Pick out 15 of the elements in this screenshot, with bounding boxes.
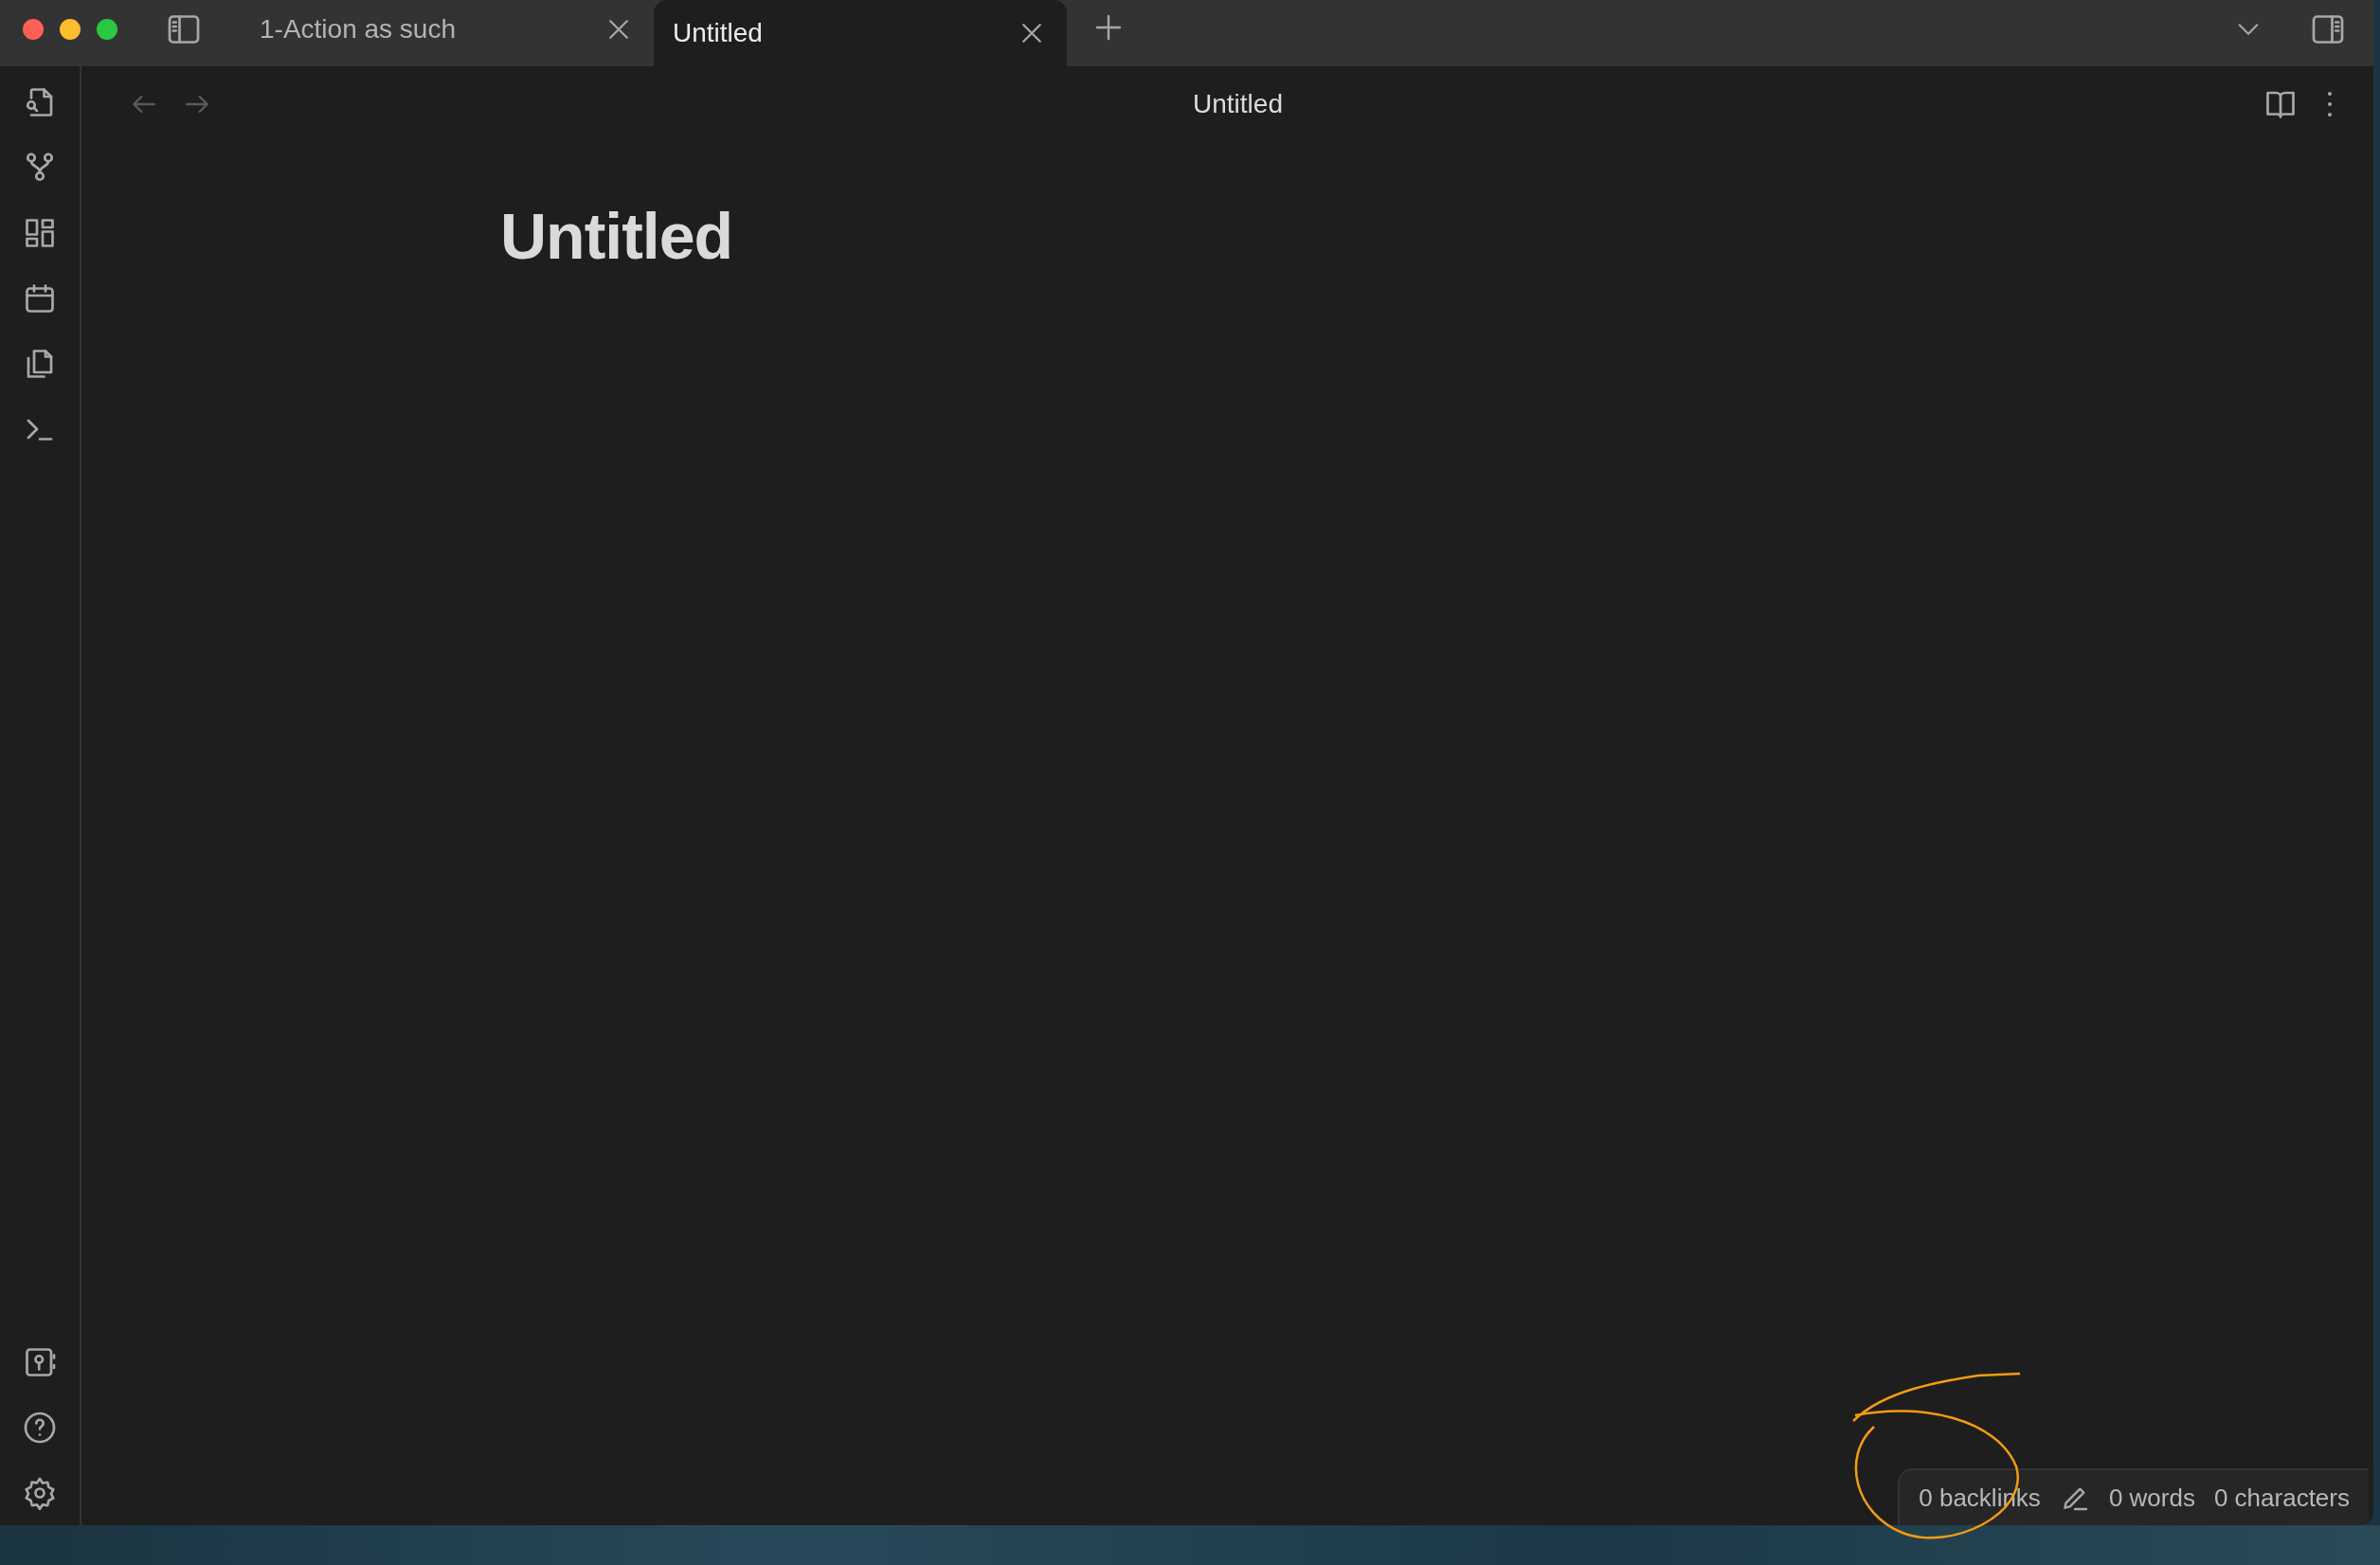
character-count: 0 characters	[2213, 1483, 2350, 1513]
close-window-button[interactable]	[23, 19, 44, 40]
note-title[interactable]: Untitled	[500, 199, 733, 273]
vault-icon[interactable]	[23, 1345, 57, 1379]
help-icon[interactable]	[23, 1411, 57, 1445]
view-title: Untitled	[1193, 89, 1283, 118]
note-tab[interactable]: Untitled	[654, 0, 1067, 66]
zoom-window-button[interactable]	[97, 19, 117, 40]
settings-icon[interactable]	[23, 1476, 57, 1510]
calendar-icon[interactable]	[23, 281, 57, 315]
word-count: 0 words	[2108, 1483, 2195, 1513]
minimize-window-button[interactable]	[60, 19, 81, 40]
dashboard-icon[interactable]	[23, 216, 57, 250]
note-tab[interactable]: 1-Action as such	[241, 0, 654, 66]
plus-icon[interactable]	[1093, 12, 1124, 43]
